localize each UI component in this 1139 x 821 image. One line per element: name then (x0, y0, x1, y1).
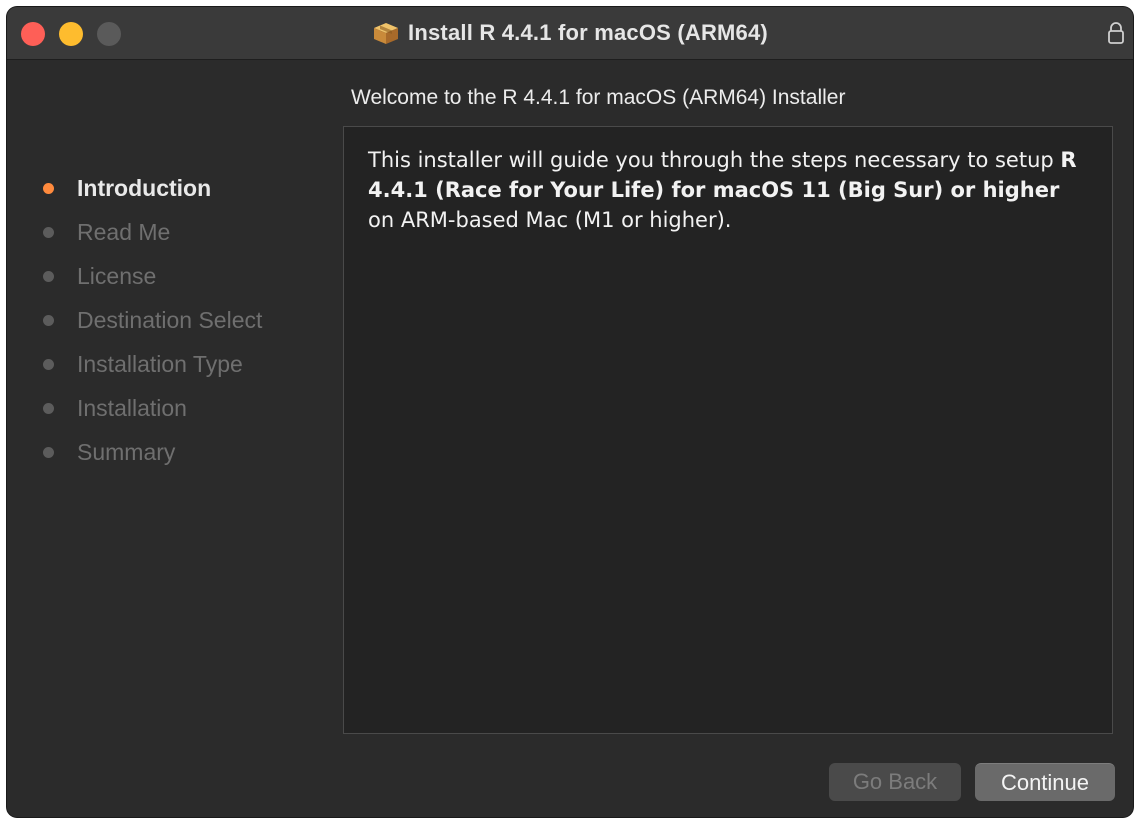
step-read-me: Read Me (43, 217, 170, 247)
step-license: License (43, 261, 156, 291)
title-bar[interactable]: Install R 4.4.1 for macOS (ARM64) (7, 7, 1133, 60)
step-dot (43, 358, 54, 370)
step-installation: Installation (43, 393, 187, 423)
step-label: Read Me (77, 218, 171, 245)
close-window-button[interactable] (21, 22, 45, 46)
window-controls (21, 22, 121, 46)
intro-text-part1: This installer will guide you through th… (368, 148, 1061, 172)
page-heading: Welcome to the R 4.4.1 for macOS (ARM64)… (351, 86, 846, 109)
package-icon (374, 23, 399, 44)
step-dot (43, 402, 54, 414)
step-summary: Summary (43, 437, 175, 467)
go-back-button[interactable]: Go Back (829, 763, 961, 801)
zoom-window-button[interactable] (97, 22, 121, 46)
active-step-dot (43, 182, 54, 194)
lock-icon (1108, 22, 1124, 44)
step-label: License (77, 262, 157, 289)
window-title: Install R 4.4.1 for macOS (ARM64) (408, 20, 768, 45)
intro-text: This installer will guide you through th… (368, 145, 1088, 235)
step-label: Installation Type (77, 350, 243, 377)
steps-sidebar: Introduction Read Me License Destination… (7, 60, 343, 817)
continue-button[interactable]: Continue (975, 763, 1115, 801)
step-destination-select: Destination Select (43, 305, 262, 335)
step-label: Summary (77, 438, 176, 465)
step-label: Introduction (77, 174, 212, 201)
step-dot (43, 226, 54, 238)
minimize-window-button[interactable] (59, 22, 83, 46)
step-label: Destination Select (77, 306, 263, 333)
step-dot (43, 446, 54, 458)
step-dot (43, 314, 54, 326)
installer-window: Install R 4.4.1 for macOS (ARM64) Introd… (7, 7, 1133, 817)
step-introduction: Introduction (43, 173, 211, 203)
step-dot (43, 270, 54, 282)
intro-text-part2: on ARM-based Mac (M1 or higher). (368, 208, 732, 232)
title-group: Install R 4.4.1 for macOS (ARM64) (372, 20, 768, 46)
step-installation-type: Installation Type (43, 349, 243, 379)
step-label: Installation (77, 394, 187, 421)
intro-text-panel[interactable]: This installer will guide you through th… (343, 126, 1113, 734)
